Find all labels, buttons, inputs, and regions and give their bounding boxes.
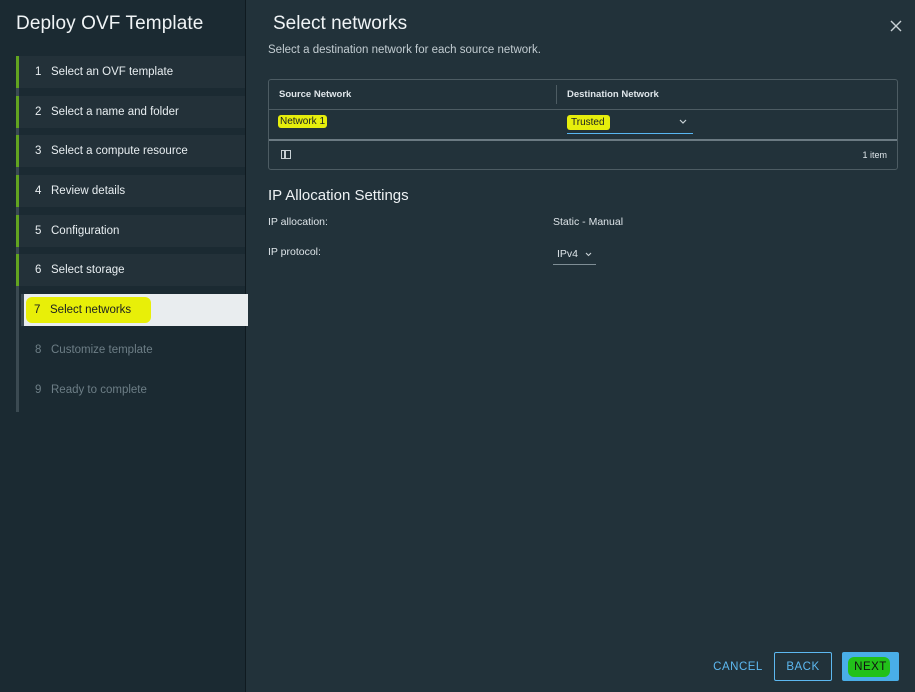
chevron-down-icon bbox=[585, 252, 592, 257]
item-count: 1 item bbox=[862, 150, 887, 160]
step-number: 4 bbox=[35, 185, 42, 198]
step-number: 6 bbox=[35, 264, 42, 277]
column-toggle-icon[interactable] bbox=[281, 150, 291, 159]
destination-network-value: Trusted bbox=[567, 115, 610, 130]
main-panel: Select networks Select a destination net… bbox=[246, 0, 915, 692]
step-number: 8 bbox=[35, 343, 42, 356]
grid-header: Source Network Destination Network bbox=[269, 80, 897, 110]
column-header-source: Source Network bbox=[279, 89, 352, 100]
step-number: 5 bbox=[35, 224, 42, 237]
step-customize-template: 8 Customize template bbox=[16, 333, 245, 366]
wizard-sidebar: Deploy OVF Template 1 Select an OVF temp… bbox=[0, 0, 248, 692]
step-select-compute-resource[interactable]: 3 Select a compute resource bbox=[16, 135, 245, 168]
step-label: Select an OVF template bbox=[51, 66, 174, 78]
grid-footer: 1 item bbox=[269, 141, 897, 168]
step-configuration[interactable]: 5 Configuration bbox=[16, 214, 245, 247]
step-ready-to-complete: 9 Ready to complete bbox=[16, 373, 245, 406]
step-label: Select networks bbox=[50, 304, 132, 317]
page-title: Select networks bbox=[273, 13, 408, 34]
step-select-networks[interactable]: 7 Select networks bbox=[21, 294, 248, 327]
close-icon[interactable] bbox=[889, 19, 903, 33]
step-number: 9 bbox=[35, 383, 42, 396]
step-number: 1 bbox=[35, 66, 42, 78]
step-number: 7 bbox=[34, 304, 41, 317]
page-subtitle: Select a destination network for each so… bbox=[268, 44, 541, 56]
step-label: Select a name and folder bbox=[51, 105, 179, 118]
step-number: 3 bbox=[35, 145, 42, 158]
step-select-name-folder[interactable]: 2 Select a name and folder bbox=[16, 95, 245, 128]
ip-allocation-label: IP allocation: bbox=[268, 216, 328, 228]
section-title-ip-allocation: IP Allocation Settings bbox=[268, 187, 409, 204]
step-label: Customize template bbox=[51, 343, 153, 356]
chevron-down-icon bbox=[679, 119, 687, 124]
column-separator[interactable] bbox=[556, 85, 557, 104]
back-button[interactable]: BACK bbox=[774, 652, 832, 681]
step-label: Select storage bbox=[51, 264, 125, 277]
ip-protocol-value: IPv4 bbox=[557, 248, 579, 260]
column-header-destination: Destination Network bbox=[567, 89, 659, 100]
step-select-storage[interactable]: 6 Select storage bbox=[16, 254, 245, 287]
step-label: Review details bbox=[51, 185, 126, 198]
ip-allocation-value: Static - Manual bbox=[553, 216, 624, 228]
next-button[interactable]: NEXT bbox=[842, 652, 899, 681]
step-select-ovf-template[interactable]: 1 Select an OVF template bbox=[16, 56, 245, 88]
ip-protocol-select[interactable]: IPv4 bbox=[553, 245, 596, 265]
step-label: Configuration bbox=[51, 224, 120, 237]
next-button-label: NEXT bbox=[854, 660, 887, 673]
network-mapping-grid: Source Network Destination Network Netwo… bbox=[268, 79, 898, 170]
step-label: Select a compute resource bbox=[51, 145, 188, 158]
step-review-details[interactable]: 4 Review details bbox=[16, 175, 245, 208]
source-network-cell: Network 1 bbox=[278, 115, 328, 128]
ip-protocol-label: IP protocol: bbox=[268, 246, 321, 258]
wizard-steps: 1 Select an OVF template 2 Select a name… bbox=[16, 56, 248, 413]
step-number: 2 bbox=[35, 105, 42, 118]
cancel-button[interactable]: CANCEL bbox=[703, 652, 773, 681]
step-label: Ready to complete bbox=[51, 383, 147, 396]
wizard-title: Deploy OVF Template bbox=[16, 13, 204, 34]
destination-network-select[interactable]: Trusted bbox=[567, 113, 693, 134]
table-row: Network 1 Trusted bbox=[269, 110, 897, 141]
